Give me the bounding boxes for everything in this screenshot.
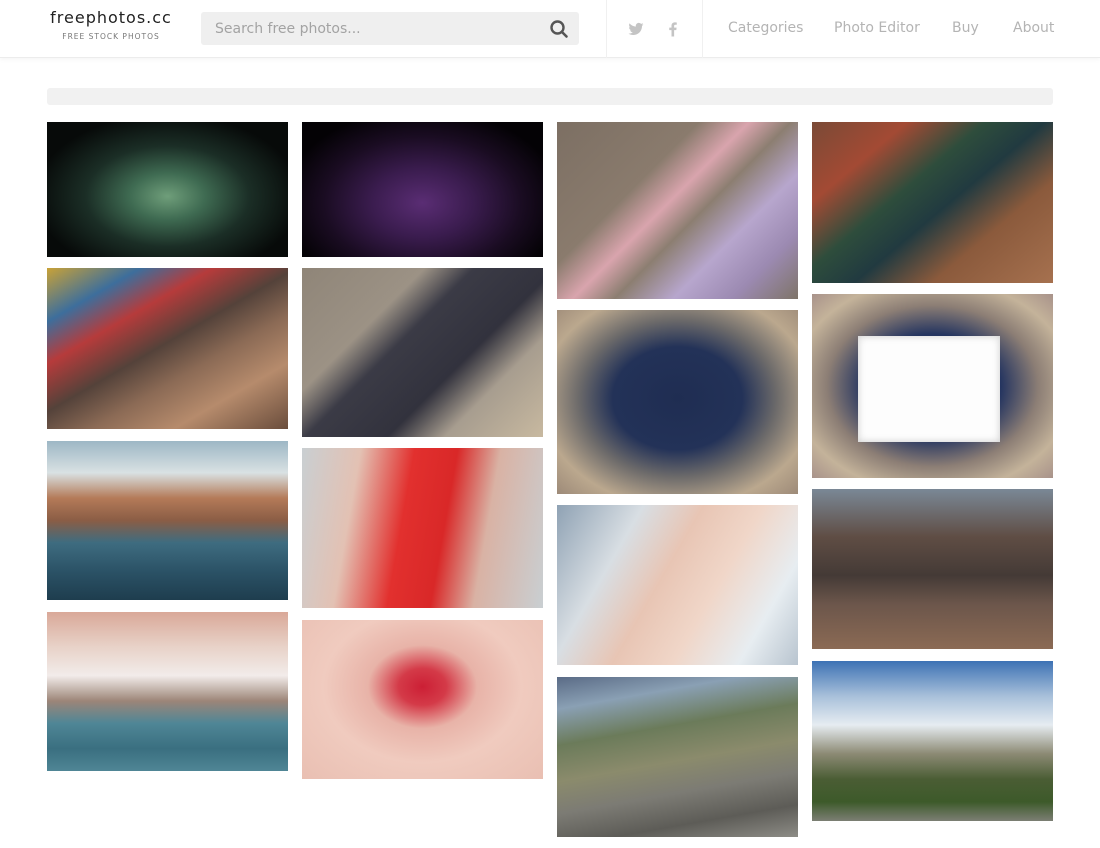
social-links <box>606 0 703 58</box>
photo-stacked-rocks[interactable] <box>557 677 798 837</box>
logo-title: freephotos.cc <box>50 8 172 27</box>
photo-tablet-dried-flowers[interactable] <box>557 310 798 494</box>
photo-venice-gondolas[interactable] <box>47 612 288 771</box>
search-icon <box>550 20 568 38</box>
photo-flatlay-tablet[interactable] <box>302 268 543 437</box>
nav-buy[interactable]: Buy <box>952 20 979 36</box>
photo-hands-ring-fur[interactable] <box>557 505 798 665</box>
site-header: freephotos.cc FREE STOCK PHOTOS Categori… <box>0 0 1100 58</box>
category-filter-bar[interactable] <box>47 88 1053 105</box>
nav-photo-editor[interactable]: Photo Editor <box>834 20 920 36</box>
photo-notebook-flatlay[interactable] <box>557 122 798 299</box>
photo-light-trails-purple[interactable] <box>302 122 543 257</box>
search-button[interactable] <box>549 19 569 39</box>
twitter-link[interactable] <box>627 20 645 38</box>
nav-about[interactable]: About <box>1013 20 1054 36</box>
nav-categories[interactable]: Categories <box>728 20 803 36</box>
logo-subtitle: FREE STOCK PHOTOS <box>62 32 160 41</box>
photo-light-trails-green[interactable] <box>47 122 288 257</box>
photo-red-lips[interactable] <box>302 620 543 779</box>
photo-white-frame-tablet[interactable] <box>812 294 1053 478</box>
facebook-icon <box>669 22 677 37</box>
photo-brushes-painted-table[interactable] <box>812 122 1053 283</box>
logo[interactable]: freephotos.cc FREE STOCK PHOTOS <box>47 8 175 41</box>
photo-white-nails-red[interactable] <box>302 448 543 608</box>
photo-graffiti-train[interactable] <box>812 661 1053 821</box>
facebook-link[interactable] <box>664 20 682 38</box>
search-input[interactable] <box>201 12 541 45</box>
photo-paint-tubes[interactable] <box>47 268 288 429</box>
photo-venice-canal[interactable] <box>47 441 288 600</box>
twitter-icon <box>628 22 644 35</box>
photo-fist-bump-statue[interactable] <box>812 489 1053 649</box>
search-box <box>201 12 579 45</box>
